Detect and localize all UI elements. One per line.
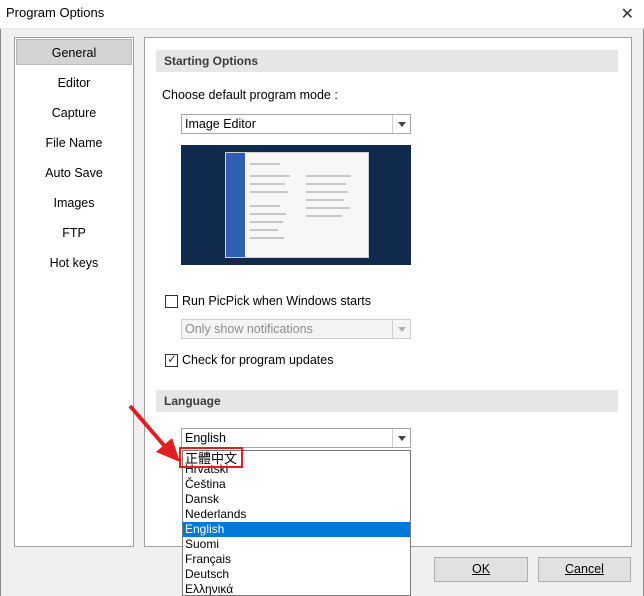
ok-button[interactable]: OK: [434, 557, 528, 582]
nav-item-hot-keys[interactable]: Hot keys: [16, 250, 132, 276]
language-option[interactable]: Ελληνικά: [183, 582, 410, 595]
ok-button-label: OK: [471, 562, 491, 576]
language-dropdown-list[interactable]: 正體中文 Hrvatski Čeština Dansk Nederlands E…: [182, 450, 411, 596]
window-title: Program Options: [6, 5, 105, 20]
language-option[interactable]: Deutsch: [183, 567, 410, 582]
nav-item-general[interactable]: General: [16, 39, 132, 65]
options-nav: General Editor Capture File Name Auto Sa…: [14, 37, 134, 547]
program-mode-preview: [181, 145, 411, 265]
run-on-start-label: Run PicPick when Windows starts: [182, 294, 371, 308]
check-updates-checkbox[interactable]: [165, 352, 178, 367]
program-mode-value: Image Editor: [185, 117, 256, 131]
chevron-down-icon: [392, 320, 410, 338]
language-option[interactable]: Suomi: [183, 537, 410, 552]
annotation-highlight-box: [179, 447, 243, 468]
nav-item-ftp[interactable]: FTP: [16, 220, 132, 246]
language-option[interactable]: Nederlands: [183, 507, 410, 522]
run-on-start-checkbox[interactable]: [165, 295, 178, 308]
language-option-selected[interactable]: English: [183, 522, 410, 537]
chevron-down-icon[interactable]: [392, 429, 410, 447]
nav-item-file-name[interactable]: File Name: [16, 130, 132, 156]
language-option[interactable]: Čeština: [183, 477, 410, 492]
title-bar: Program Options ✕: [0, 0, 644, 29]
nav-item-capture[interactable]: Capture: [16, 100, 132, 126]
notification-select[interactable]: Only show notifications: [181, 319, 411, 339]
preview-window-image: [225, 152, 369, 258]
notification-value: Only show notifications: [185, 322, 313, 336]
language-option[interactable]: Dansk: [183, 492, 410, 507]
language-value: English: [185, 431, 226, 445]
close-icon[interactable]: ✕: [621, 4, 634, 24]
annotation-arrow-icon: [128, 404, 180, 462]
program-mode-select[interactable]: Image Editor: [181, 114, 411, 134]
program-mode-label: Choose default program mode :: [162, 88, 338, 102]
chevron-down-icon[interactable]: [392, 115, 410, 133]
nav-item-auto-save[interactable]: Auto Save: [16, 160, 132, 186]
nav-item-images[interactable]: Images: [16, 190, 132, 216]
check-updates-label: Check for program updates: [182, 353, 334, 367]
nav-item-editor[interactable]: Editor: [16, 70, 132, 96]
language-header: Language: [156, 390, 618, 412]
cancel-button[interactable]: Cancel: [538, 557, 631, 582]
cancel-button-label: Cancel: [565, 562, 604, 576]
starting-options-header: Starting Options: [156, 50, 618, 72]
language-option[interactable]: Français: [183, 552, 410, 567]
language-select[interactable]: English: [181, 428, 411, 448]
